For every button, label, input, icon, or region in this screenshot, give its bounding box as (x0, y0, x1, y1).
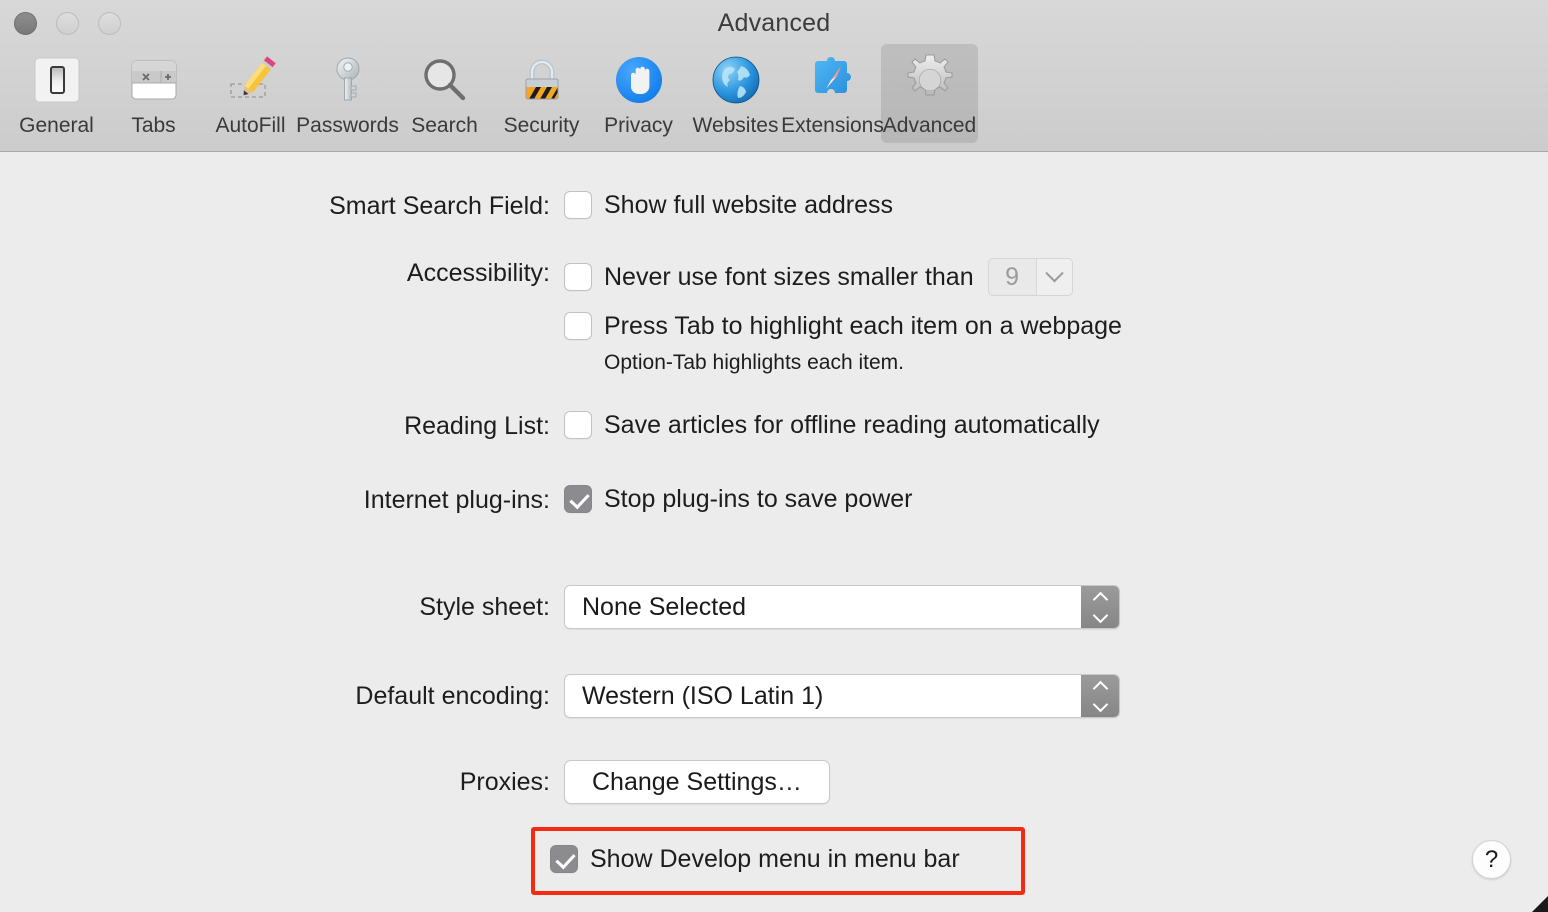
toolbar-item-websites[interactable]: Websites (687, 44, 784, 143)
setting-row-proxies: Proxies: Change Settings… (130, 760, 830, 804)
setting-row-default-encoding: Default encoding: Western (ISO Latin 1) (130, 674, 1120, 718)
checkbox-row-min-font-size[interactable]: Never use font sizes smaller than 9 (564, 258, 1122, 296)
toolbar-item-privacy[interactable]: Privacy (590, 44, 687, 143)
checkbox-label: Save articles for offline reading automa… (604, 411, 1100, 439)
minimum-font-size-value: 9 (989, 259, 1036, 295)
setting-row-smart-search-field: Smart Search Field: Show full website ad… (130, 191, 893, 221)
chevron-down-icon[interactable] (1036, 259, 1072, 295)
preferences-toolbar: General Tabs (8, 44, 978, 143)
checkbox-row-show-full-website-address[interactable]: Show full website address (564, 191, 893, 219)
toolbar-label: Extensions (781, 114, 884, 138)
toolbar-item-tabs[interactable]: Tabs (105, 44, 202, 143)
internet-plugins-label: Internet plug-ins: (130, 485, 550, 515)
change-settings-button[interactable]: Change Settings… (564, 760, 830, 804)
toolbar-label: Websites (693, 114, 779, 138)
checkbox-row-show-develop-menu[interactable]: Show Develop menu in menu bar (550, 845, 960, 873)
reading-list-label: Reading List: (130, 411, 550, 441)
save-articles-offline-checkbox[interactable] (564, 411, 592, 439)
key-icon (317, 50, 379, 110)
globe-icon (705, 50, 767, 110)
toolbar-label: Security (504, 114, 580, 138)
never-use-font-sizes-smaller-than-checkbox[interactable] (564, 263, 592, 291)
setting-row-develop-menu: Show Develop menu in menu bar (550, 845, 960, 873)
magnifier-icon (414, 50, 476, 110)
corner-fold-decoration (1532, 896, 1548, 912)
toolbar-item-search[interactable]: Search (396, 44, 493, 143)
smart-search-field-label: Smart Search Field: (130, 191, 550, 221)
checkbox-row-stop-plugins-save-power[interactable]: Stop plug-ins to save power (564, 485, 913, 513)
press-tab-to-highlight-checkbox[interactable] (564, 312, 592, 340)
advanced-settings-pane: Smart Search Field: Show full website ad… (0, 153, 1548, 912)
toolbar-item-advanced[interactable]: Advanced (881, 44, 978, 143)
style-sheet-label: Style sheet: (130, 592, 550, 622)
toolbar-label: Passwords (296, 114, 399, 138)
hand-icon (608, 50, 670, 110)
accessibility-label: Accessibility: (130, 258, 550, 288)
setting-row-accessibility: Accessibility: Never use font sizes smal… (130, 258, 1122, 375)
tabs-icon (123, 50, 185, 110)
toolbar-label: Privacy (604, 114, 673, 138)
default-encoding-popup-button[interactable]: Western (ISO Latin 1) (564, 674, 1120, 718)
minimum-font-size-combobox[interactable]: 9 (988, 258, 1073, 296)
toolbar-item-autofill[interactable]: AutoFill (202, 44, 299, 143)
toolbar-item-security[interactable]: Security (493, 44, 590, 143)
toolbar-label: AutoFill (215, 114, 285, 138)
accessibility-hint-text: Option-Tab highlights each item. (604, 351, 1122, 375)
setting-row-style-sheet: Style sheet: None Selected (130, 585, 1120, 629)
toolbar-label: Search (411, 114, 478, 138)
stop-plugins-to-save-power-checkbox[interactable] (564, 485, 592, 513)
checkbox-label: Show Develop menu in menu bar (590, 845, 960, 873)
toolbar-label: Advanced (883, 114, 976, 138)
checkbox-label: Never use font sizes smaller than (604, 263, 974, 291)
toolbar-label: Tabs (131, 114, 175, 138)
help-button[interactable]: ? (1472, 840, 1511, 879)
autofill-pencil-icon (220, 50, 282, 110)
gear-icon (899, 50, 961, 110)
safari-preferences-window: Advanced General (0, 0, 1548, 912)
show-full-website-address-checkbox[interactable] (564, 191, 592, 219)
proxies-label: Proxies: (130, 767, 550, 797)
checkbox-label: Stop plug-ins to save power (604, 485, 913, 513)
padlock-icon (511, 50, 573, 110)
style-sheet-value: None Selected (565, 593, 746, 622)
default-encoding-value: Western (ISO Latin 1) (565, 682, 823, 711)
checkbox-label: Show full website address (604, 191, 893, 219)
toolbar-item-general[interactable]: General (8, 44, 105, 143)
style-sheet-popup-button[interactable]: None Selected (564, 585, 1120, 629)
toolbar-item-passwords[interactable]: Passwords (299, 44, 396, 143)
checkbox-row-save-articles-offline[interactable]: Save articles for offline reading automa… (564, 411, 1100, 439)
setting-row-reading-list: Reading List: Save articles for offline … (130, 411, 1100, 441)
show-develop-menu-checkbox[interactable] (550, 845, 578, 873)
checkbox-label: Press Tab to highlight each item on a we… (604, 312, 1122, 340)
up-down-chevron-icon[interactable] (1081, 675, 1119, 717)
toolbar-label: General (19, 114, 94, 138)
window-title: Advanced (0, 9, 1548, 38)
checkbox-row-press-tab-highlight[interactable]: Press Tab to highlight each item on a we… (564, 312, 1122, 340)
titlebar-toolbar: Advanced General (0, 0, 1548, 152)
up-down-chevron-icon[interactable] (1081, 586, 1119, 628)
default-encoding-label: Default encoding: (130, 681, 550, 711)
general-switch-icon (26, 50, 88, 110)
toolbar-item-extensions[interactable]: Extensions (784, 44, 881, 143)
setting-row-internet-plugins: Internet plug-ins: Stop plug-ins to save… (130, 485, 913, 515)
puzzle-compass-icon (802, 50, 864, 110)
